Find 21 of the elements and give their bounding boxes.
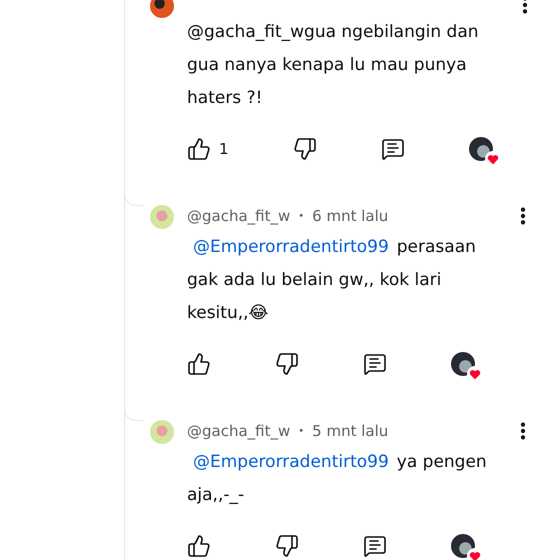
reply-button[interactable] — [380, 137, 405, 161]
comment-author[interactable]: @gacha_fit_w — [187, 207, 290, 225]
separator-dot: • — [298, 426, 304, 436]
like-button[interactable] — [187, 352, 211, 376]
comment-text: @Emperorradentirto99 ya pengen aja,,-_- — [187, 451, 488, 507]
dislike-button[interactable] — [275, 352, 299, 376]
reply-button[interactable] — [363, 534, 387, 558]
comment-author[interactable]: @gacha_fit_w — [187, 422, 290, 440]
comment-text: @gacha_fit_wgua ngebilangin dan gua nanya kenapa lu mau punya haters ?! — [187, 21, 480, 110]
comment-text: @Emperorradentirto99 perasaan gak ada lu belain gw,, kok lari kesitu,,😂 — [187, 236, 477, 325]
reply-button[interactable] — [363, 352, 387, 376]
comment-time: 6 mnt lalu — [312, 207, 388, 225]
mention-link[interactable]: @Emperorradentirto99 — [193, 237, 389, 257]
mention-link[interactable]: @Emperorradentirto99 — [193, 452, 389, 472]
separator-dot: • — [298, 210, 304, 222]
dislike-button[interactable] — [292, 137, 317, 161]
user-avatar[interactable] — [150, 0, 174, 18]
like-button[interactable] — [187, 534, 211, 558]
comment-time: 5 mnt lalu — [312, 422, 388, 440]
dislike-button[interactable] — [275, 534, 299, 558]
like-button[interactable]: 1 — [187, 137, 229, 161]
